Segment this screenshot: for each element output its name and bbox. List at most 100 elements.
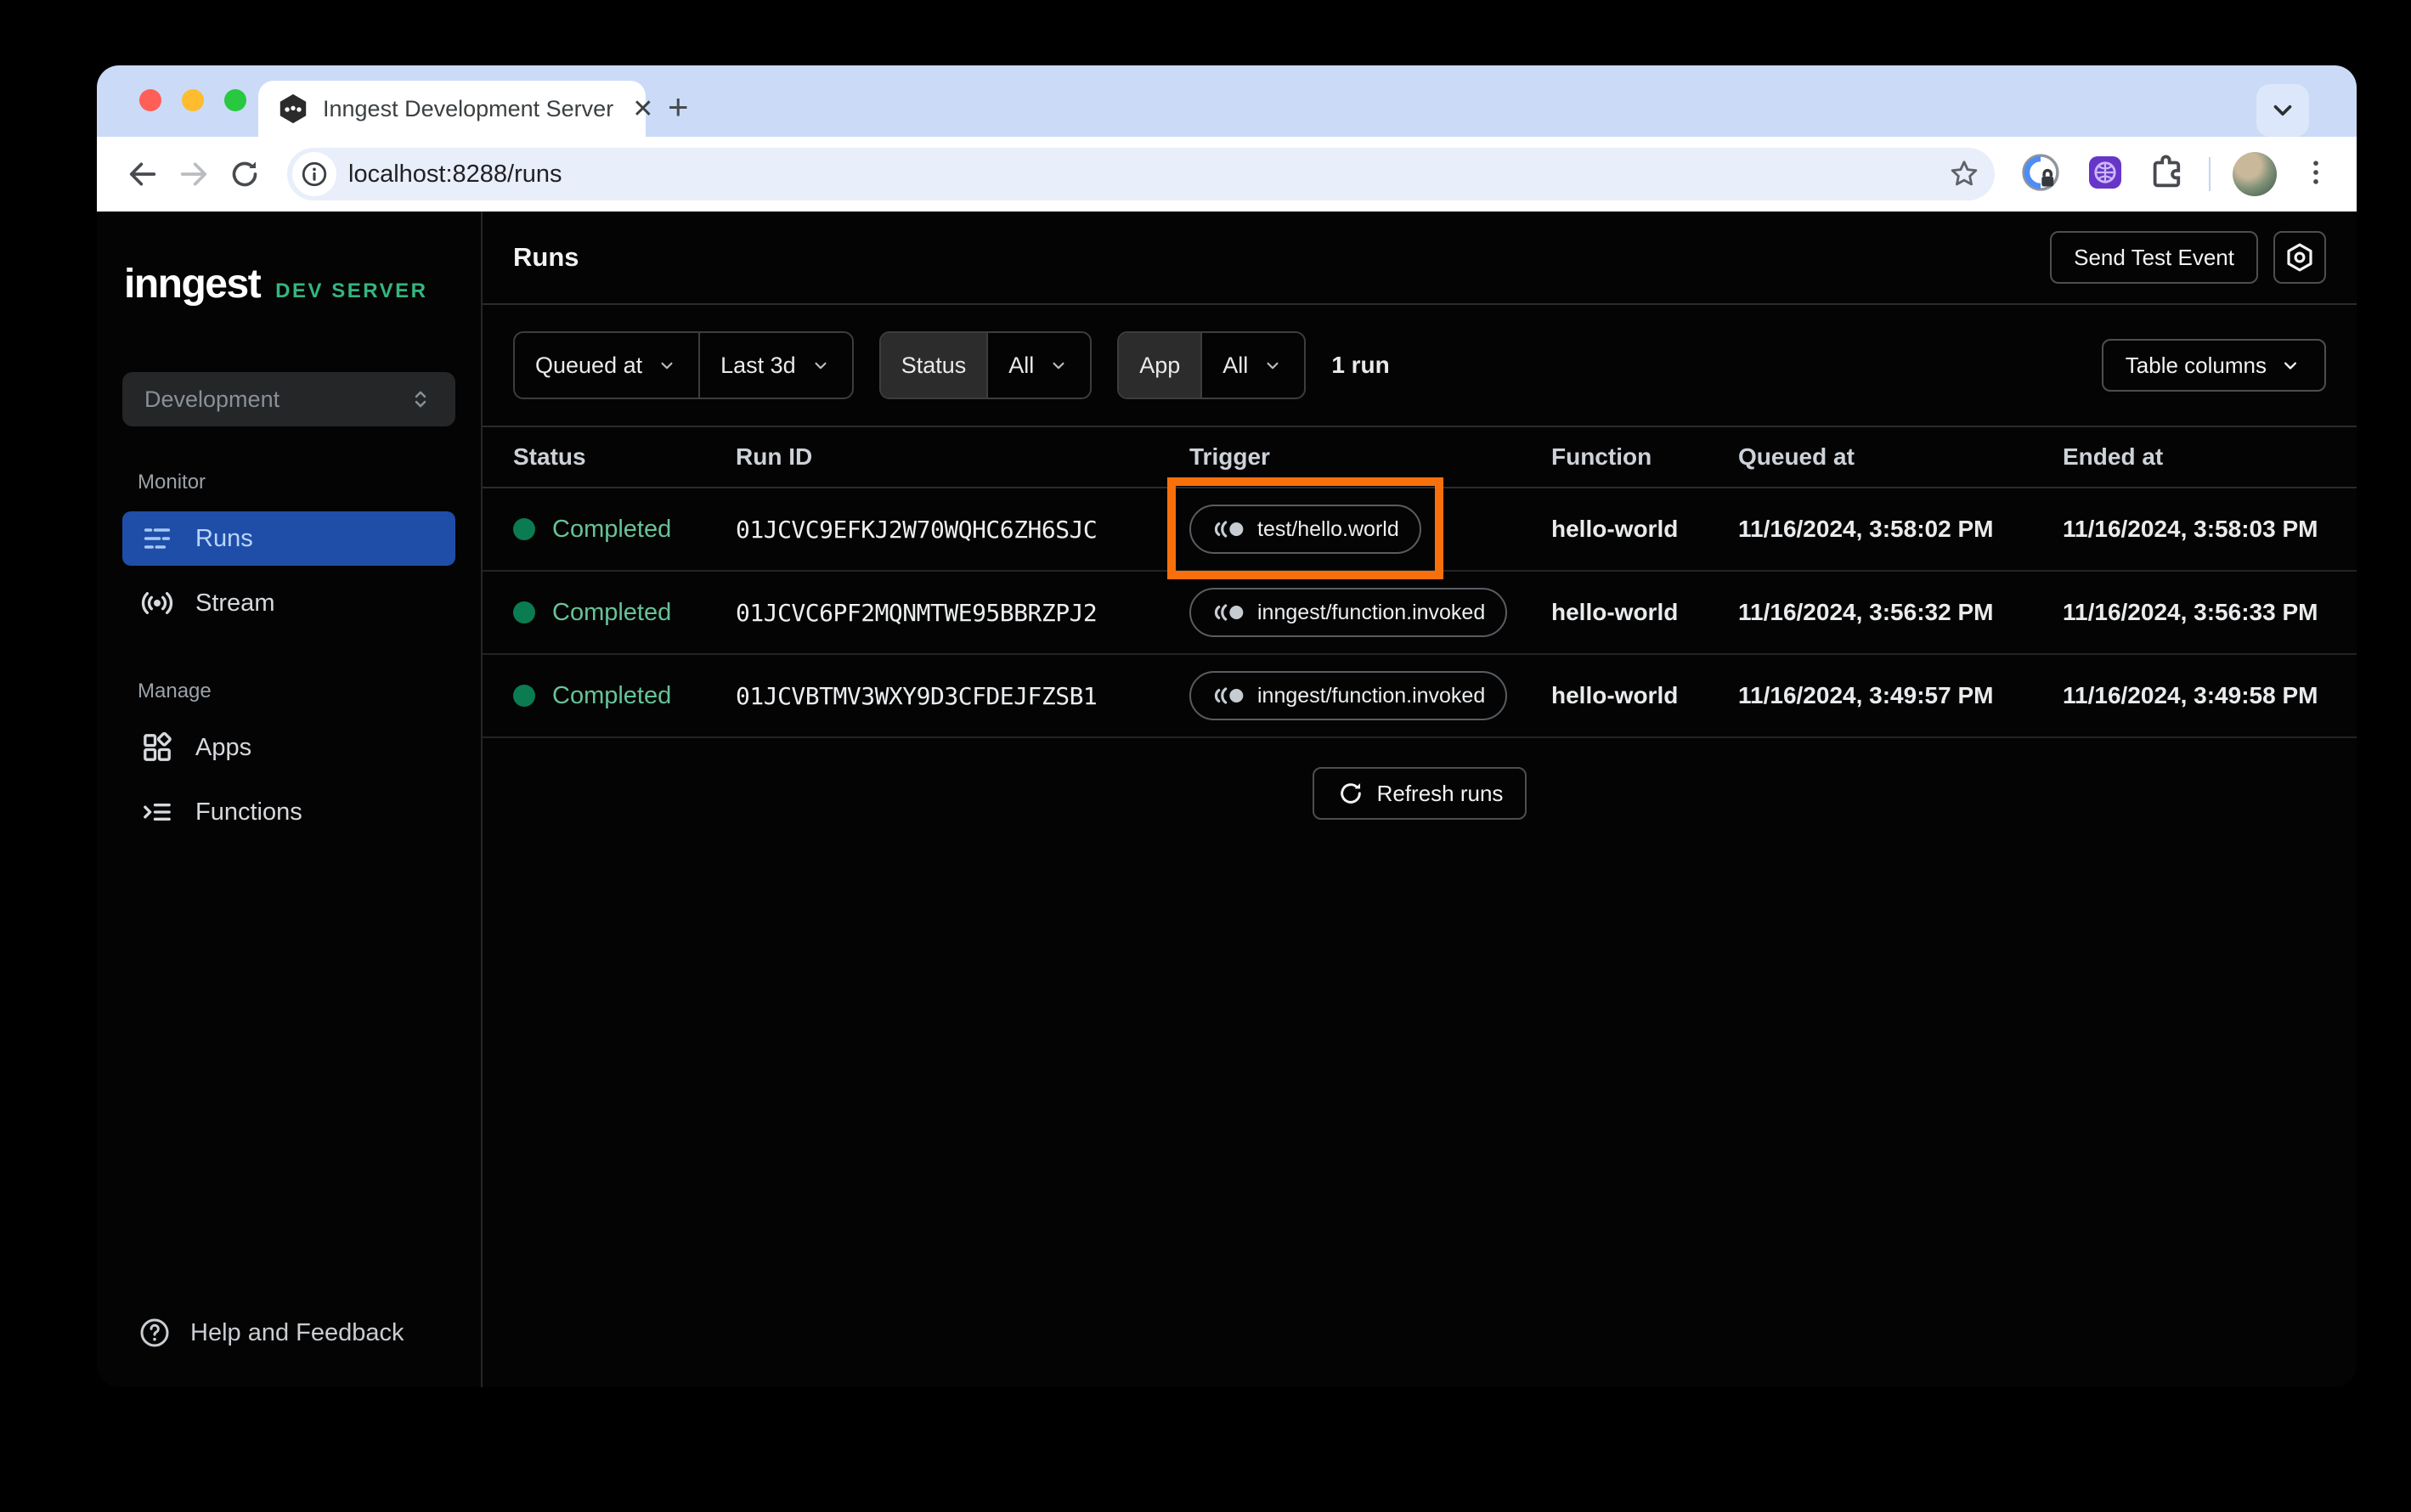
run-status: Completed	[552, 598, 672, 626]
app-content: inngest DEV SERVER Development Monitor R…	[97, 212, 2357, 1387]
environment-selector[interactable]: Development	[122, 372, 455, 426]
queued-at-time: 11/16/2024, 3:56:32 PM	[1738, 599, 1994, 625]
sidebar: inngest DEV SERVER Development Monitor R…	[97, 212, 483, 1387]
trigger-badge[interactable]: test/hello.world	[1189, 505, 1421, 554]
main-panel: Runs Send Test Event Queued at Last 3d S…	[483, 212, 2357, 1387]
status-filter-value: All	[1008, 352, 1035, 378]
apps-icon	[139, 730, 175, 765]
chevron-down-icon	[661, 362, 673, 370]
trigger-badge[interactable]: inngest/function.invoked	[1189, 588, 1508, 637]
queued-at-time: 11/16/2024, 3:49:57 PM	[1738, 682, 1994, 708]
status-dot-icon	[513, 518, 535, 540]
sidebar-item-stream[interactable]: Stream	[122, 576, 455, 630]
queued-at-dropdown[interactable]: Queued at	[515, 333, 698, 398]
window-controls	[139, 89, 246, 111]
browser-tab[interactable]: Inngest Development Server ✕	[258, 81, 653, 137]
browser-extension-icon[interactable]	[2085, 152, 2126, 197]
refresh-runs-button[interactable]: Refresh runs	[1312, 767, 1527, 820]
runs-icon	[139, 521, 175, 556]
function-name: hello-world	[1551, 682, 1679, 708]
time-range-dropdown[interactable]: Last 3d	[698, 333, 852, 398]
url-bar[interactable]: localhost:8288/runs	[287, 148, 1995, 200]
help-and-feedback[interactable]: Help and Feedback	[138, 1316, 455, 1350]
reload-icon	[232, 161, 257, 187]
column-status: Status	[513, 443, 586, 470]
table-row[interactable]: Completed 01JCVBTMV3WXY9D3CFDEJFZSB1 inn…	[483, 655, 2357, 738]
star-icon	[1951, 161, 1978, 186]
event-icon	[1214, 604, 1244, 621]
send-test-event-button[interactable]: Send Test Event	[2050, 231, 2258, 284]
toolbar-divider	[2209, 157, 2211, 191]
app-filter-value: All	[1222, 352, 1249, 378]
column-function: Function	[1551, 443, 1652, 470]
run-id: 01JCVC9EFKJ2W70WQHC6ZH6SJC	[736, 515, 1098, 544]
table-header: Status Run ID Trigger Function Queued at…	[483, 427, 2357, 488]
page-title: Runs	[513, 242, 579, 272]
sidebar-section-manage: Manage	[138, 680, 212, 702]
kebab-menu-icon	[2313, 160, 2318, 184]
tab-title: Inngest Development Server	[323, 95, 614, 121]
inngest-favicon-icon	[279, 93, 307, 124]
tab-search-button[interactable]	[2256, 84, 2309, 137]
new-tab-button[interactable]: +	[668, 89, 689, 125]
column-trigger: Trigger	[1189, 443, 1270, 470]
function-name: hello-world	[1551, 599, 1679, 625]
table-body: Completed 01JCVC9EFKJ2W70WQHC6ZH6SJC tes…	[483, 477, 2357, 738]
app-filter-label: App	[1119, 333, 1201, 398]
app-filter-dropdown[interactable]: All	[1200, 333, 1304, 398]
back-button[interactable]	[121, 152, 165, 196]
event-icon	[1214, 687, 1244, 704]
trigger-badge[interactable]: inngest/function.invoked	[1189, 671, 1508, 720]
run-id: 01JCVBTMV3WXY9D3CFDEJFZSB1	[736, 681, 1098, 710]
sidebar-item-label: Apps	[195, 733, 252, 761]
table-row[interactable]: Completed 01JCVC9EFKJ2W70WQHC6ZH6SJC tes…	[483, 477, 2357, 579]
browser-menu-button[interactable]	[2299, 155, 2333, 194]
main-header: Runs Send Test Event	[483, 212, 2357, 305]
status-dot-icon	[513, 601, 535, 623]
status-filter-label: Status	[880, 333, 987, 398]
up-down-chevron-icon	[415, 391, 426, 408]
close-window-button[interactable]	[139, 89, 161, 111]
queued-at-label: Queued at	[535, 352, 643, 378]
table-columns-button[interactable]: Table columns	[2101, 339, 2326, 392]
settings-button[interactable]	[2273, 231, 2326, 284]
maximize-window-button[interactable]	[224, 89, 246, 111]
run-status: Completed	[552, 515, 672, 543]
sidebar-item-apps[interactable]: Apps	[122, 720, 455, 775]
toolbar-extensions	[2002, 150, 2333, 199]
column-queued-at: Queued at	[1738, 443, 1855, 470]
column-ended-at: Ended at	[2063, 443, 2164, 470]
site-info-button[interactable]	[292, 152, 336, 196]
send-test-event-label: Send Test Event	[2074, 244, 2234, 270]
minimize-window-button[interactable]	[182, 89, 204, 111]
bookmark-button[interactable]	[1942, 152, 1986, 196]
functions-icon	[139, 794, 175, 830]
time-range-value: Last 3d	[720, 352, 796, 378]
info-icon	[302, 161, 327, 187]
event-icon	[1214, 521, 1244, 538]
column-run-id: Run ID	[736, 443, 813, 470]
sidebar-item-runs[interactable]: Runs	[122, 511, 455, 566]
ended-at-time: 11/16/2024, 3:49:58 PM	[2063, 682, 2318, 708]
browser-toolbar: localhost:8288/runs	[97, 137, 2357, 212]
profile-avatar[interactable]	[2233, 152, 2277, 196]
queued-at-time: 11/16/2024, 3:58:02 PM	[1738, 516, 1994, 542]
inngest-logo: inngest	[124, 262, 262, 307]
back-arrow-icon	[129, 162, 156, 186]
status-filter-dropdown[interactable]: All	[986, 333, 1090, 398]
sidebar-item-label: Stream	[195, 589, 275, 617]
time-filter-group: Queued at Last 3d	[513, 331, 854, 399]
environment-value: Development	[144, 386, 280, 412]
function-name: hello-world	[1551, 516, 1679, 542]
sidebar-item-functions[interactable]: Functions	[122, 785, 455, 839]
browser-window: Inngest Development Server ✕ + localhost…	[97, 65, 2357, 1387]
tab-close-icon[interactable]: ✕	[627, 94, 658, 124]
extensions-puzzle-icon[interactable]	[2148, 153, 2187, 196]
table-row[interactable]: Completed 01JCVC6PF2MQNMTWE95BBRZPJ2 inn…	[483, 572, 2357, 655]
trigger-name: inngest/function.invoked	[1257, 600, 1486, 624]
ended-at-time: 11/16/2024, 3:56:33 PM	[2063, 599, 2318, 625]
password-manager-extension-icon[interactable]	[2019, 150, 2063, 199]
forward-button[interactable]	[172, 152, 216, 196]
reload-button[interactable]	[223, 152, 267, 196]
filter-bar: Queued at Last 3d Status All App All 1 r…	[483, 305, 2357, 427]
